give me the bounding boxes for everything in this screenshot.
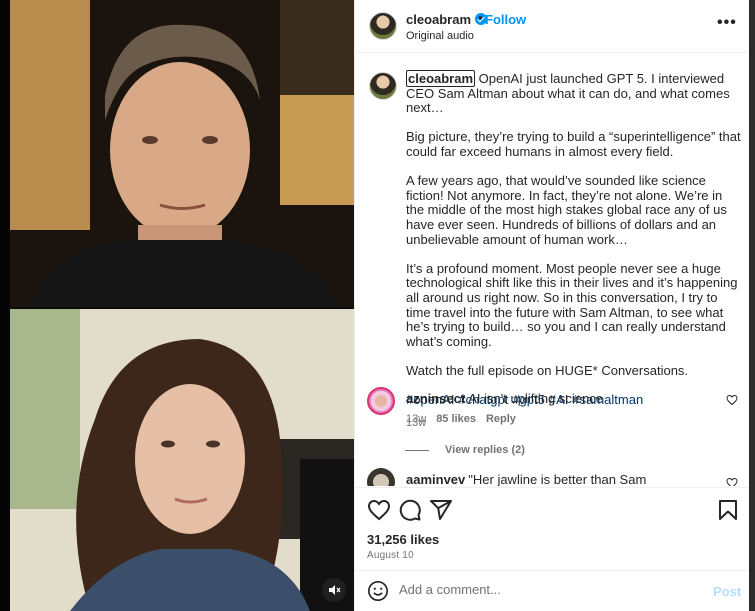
add-comment-bar: Post	[355, 570, 750, 611]
video-edge	[0, 0, 10, 611]
interviewer-image	[10, 309, 354, 611]
caption-paragraph-3: A few years ago, that would’ve sounded l…	[406, 173, 727, 247]
comment-body: azninsect AI isn't uplifting science	[406, 391, 716, 406]
post-comment-button[interactable]: Post	[713, 584, 741, 599]
author-username-wrap: cleoabram	[406, 12, 488, 27]
like-comment-heart-icon[interactable]	[726, 477, 738, 486]
commenter-avatar[interactable]	[367, 468, 395, 486]
comment-timestamp[interactable]: 13w	[406, 413, 426, 425]
caption-paragraph-2: Big picture, they’re trying to build a “…	[406, 129, 741, 159]
like-comment-heart-icon[interactable]	[726, 394, 738, 406]
post-date[interactable]: August 10	[367, 550, 414, 561]
caption-paragraph-5: Watch the full episode on HUGE* Conversa…	[406, 362, 689, 378]
commenter-avatar[interactable]	[367, 387, 395, 415]
comment-body: aaminvev "Her jawline is better than Sam …	[406, 472, 716, 486]
comment-input[interactable]	[399, 582, 689, 597]
mute-button[interactable]	[322, 578, 346, 602]
more-options-icon[interactable]: •••	[717, 14, 737, 32]
separator-dot: •	[478, 10, 483, 25]
reel-video[interactable]	[0, 0, 354, 611]
post-caption: cleoabram OpenAI just launched GPT 5. I …	[406, 70, 741, 431]
post-header: cleoabram • Follow Original audio •••	[355, 0, 750, 53]
post-details-panel: cleoabram • Follow Original audio ••• cl…	[354, 0, 750, 611]
background-edge	[749, 0, 755, 611]
comment-text: AI isn't uplifting science	[468, 391, 603, 406]
view-replies-button[interactable]: View replies (2)	[406, 444, 525, 456]
commenter-username[interactable]: aaminvev	[406, 472, 465, 486]
share-icon[interactable]	[429, 498, 453, 522]
caption-author-avatar[interactable]	[369, 72, 397, 100]
audio-label[interactable]: Original audio	[406, 30, 474, 42]
emoji-icon[interactable]	[367, 580, 389, 602]
comment-likes[interactable]: 85 likes	[436, 413, 476, 425]
heart-icon[interactable]	[367, 498, 391, 522]
commenter-username[interactable]: azninsect	[406, 391, 465, 406]
comment-meta: 13w 85 likes Reply	[406, 413, 526, 425]
comment-icon[interactable]	[398, 498, 422, 522]
save-icon[interactable]	[716, 498, 740, 522]
follow-button[interactable]: Follow	[485, 12, 526, 27]
video-frame-bottom	[10, 309, 354, 611]
author-avatar[interactable]	[369, 12, 397, 40]
reply-button[interactable]: Reply	[486, 413, 516, 425]
author-username[interactable]: cleoabram	[406, 12, 471, 27]
caption-paragraph-4: It’s a profound moment. Most people neve…	[406, 260, 738, 349]
comments-scroll-area[interactable]: cleoabram OpenAI just launched GPT 5. I …	[355, 54, 750, 486]
interviewee-image	[10, 0, 354, 307]
likes-count[interactable]: 31,256 likes	[367, 532, 439, 547]
caption-username[interactable]: cleoabram	[406, 70, 476, 87]
video-frame-top	[10, 0, 354, 307]
mute-icon	[329, 585, 341, 595]
